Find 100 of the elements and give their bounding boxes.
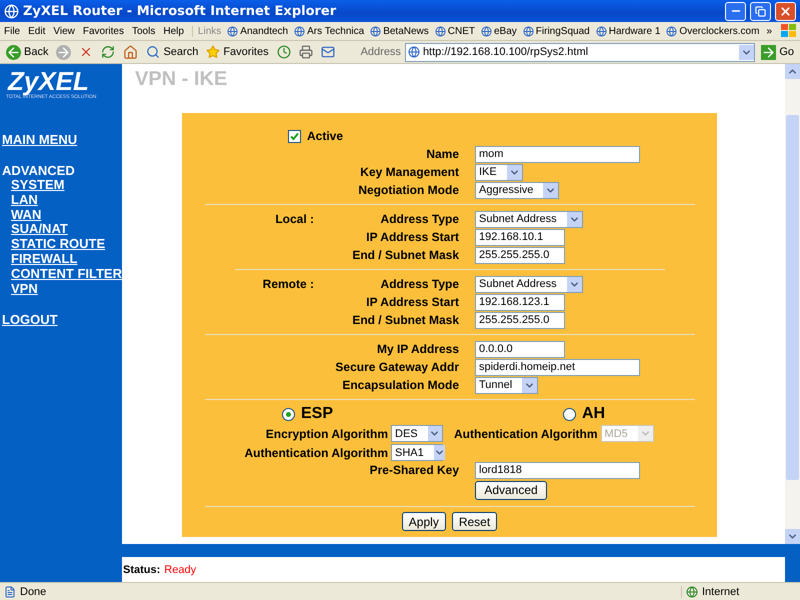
section-label: Local : bbox=[274, 212, 314, 226]
checkbox[interactable] bbox=[288, 130, 301, 142]
sidebar-link[interactable]: FIREWALL bbox=[0, 252, 78, 267]
sidebar-link[interactable]: VPN bbox=[0, 282, 38, 296]
sidebar-link[interactable]: WAN bbox=[0, 208, 42, 222]
radio-button[interactable] bbox=[282, 408, 295, 420]
sidebar-link[interactable]: CONTENT FILTER bbox=[0, 266, 122, 282]
scroll-thumb[interactable] bbox=[786, 115, 799, 480]
sidebar-link[interactable]: LOGOUT bbox=[0, 312, 58, 328]
form-button[interactable]: Reset bbox=[452, 512, 498, 531]
radio-label: ESP bbox=[301, 405, 334, 423]
link-item[interactable]: Ars Technica bbox=[291, 26, 368, 36]
link-item[interactable]: Hardware 1 bbox=[592, 26, 664, 36]
field-label: Authentication Algorithm bbox=[243, 446, 388, 460]
link-item[interactable]: FiringSquad bbox=[520, 26, 593, 36]
field-label: Authentication Algorithm bbox=[454, 426, 598, 440]
text-field[interactable]: spiderdi.homeip.net bbox=[475, 358, 640, 376]
address-field[interactable]: http://192.168.10.100/rpSys2.html bbox=[404, 42, 756, 62]
status-value: Ready bbox=[164, 564, 196, 576]
browser-icon bbox=[4, 4, 19, 18]
field-label: Address Type bbox=[380, 277, 459, 291]
globe-icon bbox=[666, 26, 678, 36]
close-icon bbox=[779, 4, 792, 18]
status-text: Done bbox=[20, 586, 48, 598]
link-item[interactable]: Overclockers.com bbox=[663, 26, 762, 36]
text-field[interactable]: mom bbox=[475, 146, 640, 162]
favorites-button[interactable]: Favorites bbox=[204, 45, 271, 59]
text-field[interactable]: 192.168.123.1 bbox=[475, 294, 565, 310]
home-icon bbox=[123, 44, 138, 60]
more-links[interactable]: » bbox=[762, 26, 776, 36]
close-button[interactable] bbox=[775, 2, 796, 20]
form-button[interactable]: Apply bbox=[402, 512, 446, 531]
link-item[interactable]: eBay bbox=[478, 26, 520, 36]
status-label: Status: bbox=[123, 564, 160, 576]
sidebar-link[interactable]: MAIN MENU bbox=[0, 132, 78, 147]
globe-icon bbox=[686, 586, 698, 598]
field-label: End / Subnet Mask bbox=[351, 248, 459, 262]
link-item[interactable]: Anandtech bbox=[224, 26, 292, 36]
globe-icon bbox=[596, 26, 607, 36]
go-button[interactable]: Go bbox=[759, 44, 796, 60]
print-button[interactable] bbox=[296, 45, 315, 59]
address-label: Address bbox=[360, 46, 401, 58]
text-field[interactable]: lord1818 bbox=[475, 462, 640, 478]
field-label: Encryption Algorithm bbox=[264, 426, 388, 440]
menu-item[interactable]: File bbox=[0, 26, 24, 36]
sidebar-link[interactable]: LAN bbox=[0, 192, 38, 208]
mail-icon bbox=[320, 45, 335, 59]
sidebar-link[interactable]: SUA/NAT bbox=[0, 222, 68, 238]
printer-icon bbox=[298, 45, 313, 59]
globe-icon bbox=[294, 26, 306, 36]
mail-button[interactable] bbox=[318, 45, 337, 59]
select-field[interactable]: Subnet Address bbox=[475, 210, 583, 228]
menu-item[interactable]: Favorites bbox=[78, 26, 128, 36]
menu-item[interactable]: Edit bbox=[24, 26, 50, 36]
menu-item[interactable]: Tools bbox=[128, 26, 160, 36]
text-field[interactable]: 255.255.255.0 bbox=[475, 312, 565, 328]
history-button[interactable] bbox=[274, 45, 293, 59]
select-field[interactable]: Tunnel bbox=[475, 376, 538, 394]
select-field[interactable]: DES bbox=[391, 425, 443, 442]
menu-item[interactable]: Help bbox=[159, 26, 188, 36]
select-field[interactable]: IKE bbox=[475, 164, 523, 180]
page-icon bbox=[4, 586, 16, 598]
back-button[interactable]: Back bbox=[4, 44, 50, 60]
text-field[interactable]: 0.0.0.0 bbox=[475, 340, 565, 358]
globe-icon bbox=[408, 46, 420, 58]
sidebar-link[interactable]: STATIC ROUTE bbox=[0, 237, 106, 252]
field-label: My IP Address bbox=[376, 342, 459, 356]
globe-icon bbox=[434, 26, 446, 36]
sidebar-heading[interactable]: ADVANCED bbox=[0, 163, 75, 178]
select-field[interactable]: Subnet Address bbox=[475, 276, 583, 292]
zone-text: Internet bbox=[702, 586, 740, 598]
star-icon bbox=[206, 45, 220, 59]
select-field[interactable]: Aggressive bbox=[475, 182, 560, 198]
checkmark-icon bbox=[290, 132, 299, 140]
radio-button[interactable] bbox=[563, 408, 576, 420]
field-label: IP Address Start bbox=[365, 295, 459, 309]
scrollbar[interactable] bbox=[785, 64, 800, 544]
sidebar-link[interactable]: SYSTEM bbox=[0, 178, 64, 193]
advanced-button[interactable]: Advanced bbox=[475, 480, 547, 500]
field-label: Pre-Shared Key bbox=[368, 463, 459, 477]
field-label: IP Address Start bbox=[365, 230, 459, 244]
text-field[interactable]: 192.168.10.1 bbox=[475, 228, 565, 246]
globe-icon bbox=[481, 26, 492, 36]
minimize-button[interactable] bbox=[725, 2, 746, 20]
menu-item[interactable]: View bbox=[49, 26, 79, 36]
search-button[interactable]: Search bbox=[144, 45, 200, 59]
logo: ZyXEL bbox=[8, 68, 89, 94]
text-field[interactable]: 255.255.255.0 bbox=[475, 246, 565, 264]
window-title: ZyXEL Router - Microsoft Internet Explorer bbox=[23, 4, 338, 18]
field-label: End / Subnet Mask bbox=[351, 313, 459, 327]
link-item[interactable]: BetaNews bbox=[367, 26, 432, 36]
search-icon bbox=[146, 45, 160, 59]
field-label: Secure Gateway Addr bbox=[334, 360, 459, 374]
field-label: Encapsulation Mode bbox=[341, 378, 459, 392]
select-field[interactable]: SHA1 bbox=[391, 444, 443, 461]
field-label: Address Type bbox=[380, 212, 459, 226]
refresh-icon bbox=[101, 45, 116, 59]
clock-icon bbox=[276, 45, 291, 59]
link-item[interactable]: CNET bbox=[432, 26, 478, 36]
restore-button[interactable] bbox=[750, 2, 771, 20]
